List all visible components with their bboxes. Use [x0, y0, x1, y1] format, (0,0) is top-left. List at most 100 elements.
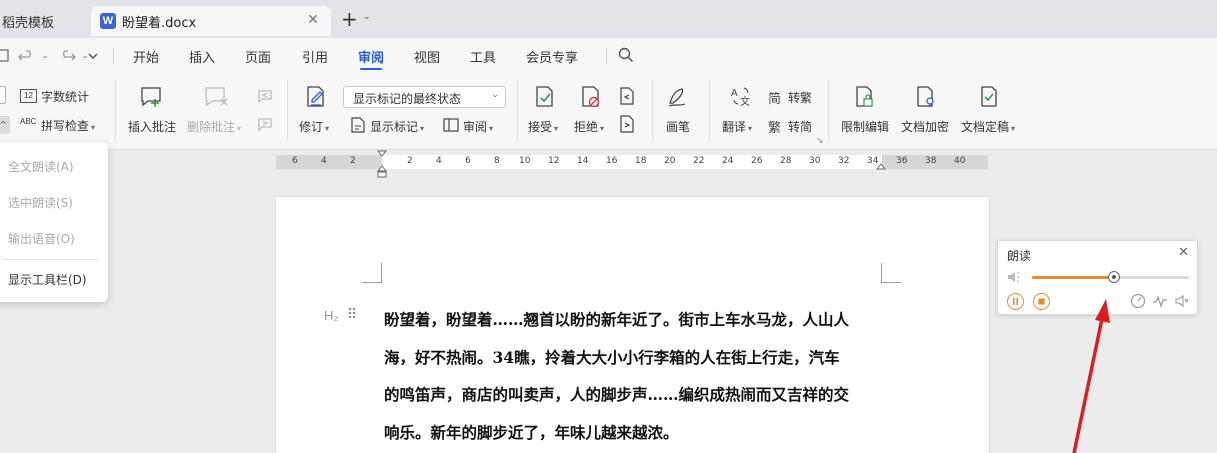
accept-change-button[interactable]: 接受 ▾ [528, 118, 558, 135]
tab-docer-templates[interactable]: 稻壳模板 [0, 6, 86, 36]
voice-wave-icon[interactable] [1152, 293, 1168, 309]
reject-change-label: 拒绝 [574, 120, 599, 134]
menu-member[interactable]: 会员专享 [526, 47, 578, 66]
search-icon[interactable] [618, 47, 634, 63]
group-divider [828, 80, 829, 142]
stop-button[interactable] [1033, 293, 1050, 310]
save-icon[interactable] [0, 49, 14, 63]
insert-comment-button[interactable]: 插入批注 [128, 118, 176, 135]
speed-icon[interactable] [1130, 293, 1146, 309]
paragraph-line: 的鸣笛声，商店的叫卖声，人的脚步声……编织成热闹而又吉祥的交 [384, 385, 850, 404]
ruler-tick-label: 22 [693, 156, 705, 166]
to-simplified-button[interactable]: 转简 [788, 118, 812, 135]
undo-dropdown-icon[interactable]: ⌄ [36, 51, 54, 60]
review-pane-label: 审阅 [463, 120, 488, 134]
restrict-editing-icon [856, 86, 873, 107]
menu-review[interactable]: 审阅 [358, 47, 384, 66]
restrict-editing-button[interactable]: 限制编辑 [841, 118, 889, 135]
divider [113, 48, 114, 64]
menu-home[interactable]: 开始 [133, 47, 159, 66]
menu-insert[interactable]: 插入 [189, 47, 215, 66]
ruler-tick-label: 32 [838, 156, 850, 166]
translate-button[interactable]: 翻译 ▾ [722, 118, 752, 135]
finalize-document-button[interactable]: 文档定稿 ▾ [961, 118, 1015, 135]
tab-document[interactable]: W 盼望着.docx ✕ [91, 6, 331, 36]
progress-slider[interactable] [1032, 271, 1189, 283]
ruler-tick-label: 24 [722, 156, 734, 166]
tab-label: 稻壳模板 [2, 15, 55, 31]
show-markup-icon [351, 117, 365, 133]
progress-slider-thumb[interactable] [1107, 271, 1120, 283]
undo-icon[interactable] [18, 49, 36, 63]
ruler-tick-label: 16 [606, 156, 618, 166]
menu-item-read-all[interactable]: 全文朗读(A) [8, 158, 74, 175]
document-page[interactable]: H₂ ⠿ 盼望着，盼望着……翘首以盼的新年近了。街市上车水马龙，人山人 海，好不… [276, 197, 989, 453]
reject-change-button[interactable]: 拒绝 ▾ [574, 118, 604, 135]
show-markup-button[interactable]: 显示标记 ▾ [370, 118, 424, 135]
crop-mark [362, 263, 382, 283]
translate-icon: A文 [731, 87, 750, 107]
menu-page[interactable]: 页面 [245, 47, 271, 66]
ruler-tick-label: 28 [780, 156, 792, 166]
menu-references[interactable]: 引用 [302, 47, 328, 66]
group-divider [115, 80, 116, 142]
ruler-tick-label: 38 [925, 156, 937, 166]
close-icon[interactable]: ✕ [1178, 245, 1189, 260]
pen-icon [668, 88, 686, 107]
menu-item-show-toolbar[interactable]: 显示工具栏(D) [8, 271, 87, 288]
expand-group-icon[interactable]: ↘ [816, 136, 824, 146]
delete-comment-button[interactable]: 删除批注 ▾ [187, 118, 241, 135]
markup-select-value: 显示标记的最终状态 [353, 92, 462, 106]
stop-icon [1038, 298, 1045, 305]
volume-icon[interactable] [1174, 293, 1190, 309]
menu-item-read-selection[interactable]: 选中朗读(S) [8, 194, 73, 211]
next-comment-icon[interactable] [256, 116, 274, 132]
previous-comment-icon[interactable] [256, 88, 274, 104]
drag-handle-icon[interactable]: ⠿ [347, 307, 357, 323]
panel-title: 朗读 [1007, 249, 1032, 263]
to-traditional-button[interactable]: 转繁 [788, 89, 812, 106]
word-count-button[interactable]: 字数统计 [41, 88, 89, 105]
track-changes-button[interactable]: 修订 ▾ [299, 118, 329, 135]
spell-check-button[interactable]: 拼写检查 ▾ [41, 117, 95, 134]
ruler-tick-label: 4 [321, 156, 327, 166]
next-change-icon[interactable] [618, 114, 636, 134]
crop-mark [881, 263, 901, 283]
finalize-label: 文档定稿 [961, 120, 1010, 134]
previous-change-icon[interactable] [618, 86, 636, 106]
ruler-tick-label: 20 [664, 156, 676, 166]
redo-icon[interactable] [58, 49, 76, 63]
ruler-tick-label: 18 [635, 156, 647, 166]
group-divider [287, 80, 288, 142]
menu-tools[interactable]: 工具 [470, 47, 496, 66]
read-aloud-dropdown-button[interactable]: ^ [0, 116, 10, 134]
menu-item-export-speech[interactable]: 输出语音(O) [8, 230, 75, 247]
group-divider [517, 80, 518, 142]
encrypt-document-icon [917, 86, 934, 107]
read-aloud-dropdown-menu: 全文朗读(A) 选中朗读(S) 输出语音(O) 显示工具栏(D) [0, 142, 108, 302]
encrypt-document-button[interactable]: 文档加密 [901, 118, 949, 135]
document-paragraph[interactable]: 盼望着，盼望着……翘首以盼的新年近了。街市上车水马龙，人山人 海，好不热闹。34… [384, 301, 894, 451]
paragraph-line: 盼望着，盼望着……翘首以盼的新年近了。街市上车水马龙，人山人 [384, 310, 850, 329]
tab-label: 盼望着.docx [122, 15, 197, 31]
title-bar: 稻壳模板 W 盼望着.docx ✕ + ⌄ [0, 0, 1217, 38]
menu-view[interactable]: 视图 [414, 47, 440, 66]
pause-icon [1013, 298, 1018, 305]
spell-check-icon: ABC [20, 117, 37, 126]
pause-button[interactable] [1007, 293, 1024, 310]
pen-button[interactable]: 画笔 [666, 118, 690, 135]
review-pane-button[interactable]: 审阅 ▾ [463, 118, 493, 135]
new-tab-dropdown-icon[interactable]: ⌄ [363, 12, 371, 22]
close-tab-icon[interactable]: ✕ [305, 12, 321, 28]
indent-marker-icon[interactable] [377, 150, 387, 180]
markup-display-select[interactable]: 显示标记的最终状态 ⌄ [343, 86, 506, 108]
ribbon-toolbar: ^ 12 字数统计 ABC 拼写检查 ▾ 插入批注 删除批注 ▾ 修订 ▾ 显示标记的… [0, 74, 1217, 150]
menu-bar: ⌄ ⌄ 开始 插入 页面 引用 审阅 视图 工具 会员专享 [0, 38, 1217, 74]
more-commands-icon[interactable] [86, 50, 104, 62]
right-indent-marker-icon[interactable] [876, 163, 886, 171]
read-aloud-icon[interactable] [0, 86, 6, 104]
new-tab-button[interactable]: + [341, 9, 358, 29]
word-doc-icon: W [100, 13, 116, 29]
track-changes-icon [307, 86, 324, 107]
heading-level-marker[interactable]: H₂ [324, 308, 338, 323]
